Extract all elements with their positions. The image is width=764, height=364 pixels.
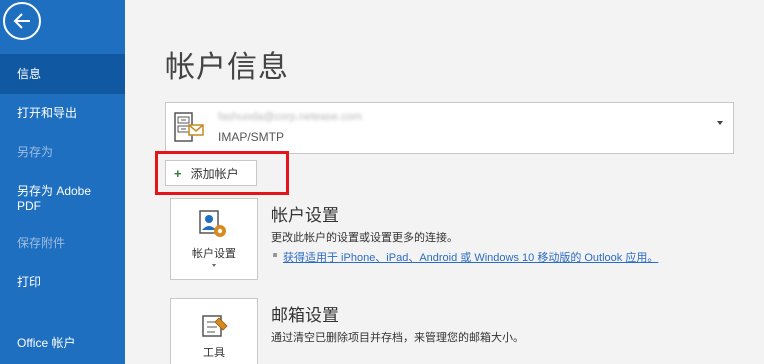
account-settings-icon [199,210,226,237]
bullet-icon [273,253,277,257]
backstage-nav: 信息 打开和导出 另存为 另存为 Adobe PDF 保存附件 打印 Offic… [0,0,125,364]
nav-item-save-as-pdf[interactable]: 另存为 Adobe PDF [0,184,110,214]
nav-item-save-attachments: 保存附件 [17,236,66,250]
nav-item-office-account[interactable]: Office 帐户 [0,336,84,351]
outlook-mobile-link[interactable]: 获得适用于 iPhone、iPad、Android 或 Windows 10 移… [283,249,658,265]
account-type: IMAP/SMTP [218,130,285,144]
nav-item-info[interactable]: 信息 [0,54,125,94]
account-settings-description: 更改此帐户的设置或设置更多的连接。 [271,232,458,244]
tools-tile-label: 工具 [203,347,225,359]
account-info-pane: 帐户信息 fashuoda@corp.netease.com IMAP/SMTP… [125,0,764,364]
back-arrow-icon [13,13,30,29]
tools-icon [202,315,228,337]
nav-item-print[interactable]: 打印 [0,275,125,290]
mailbox-settings-heading: 邮箱设置 [271,306,339,325]
add-account-button[interactable]: + 添加帐户 [165,160,257,186]
chevron-down-icon [717,121,723,125]
tools-button[interactable]: 工具 [170,298,258,364]
plus-icon: + [174,165,182,181]
account-email: fashuoda@corp.netease.com [218,111,362,123]
account-settings-heading: 帐户设置 [271,206,339,225]
account-dropdown[interactable]: fashuoda@corp.netease.com IMAP/SMTP [165,102,734,154]
page-title: 帐户信息 [165,51,289,84]
account-settings-tile-label: 帐户设置 [192,248,236,260]
mailbox-settings-description: 通过清空已删除项目并存档，来管理您的邮箱大小。 [271,332,524,344]
account-settings-button[interactable]: 帐户设置 [170,198,258,280]
mail-account-icon [174,112,204,142]
nav-item-save-as: 另存为 [17,145,54,159]
nav-item-open-export[interactable]: 打开和导出 [0,106,125,121]
back-button[interactable] [3,2,41,40]
chevron-down-icon [212,264,216,267]
